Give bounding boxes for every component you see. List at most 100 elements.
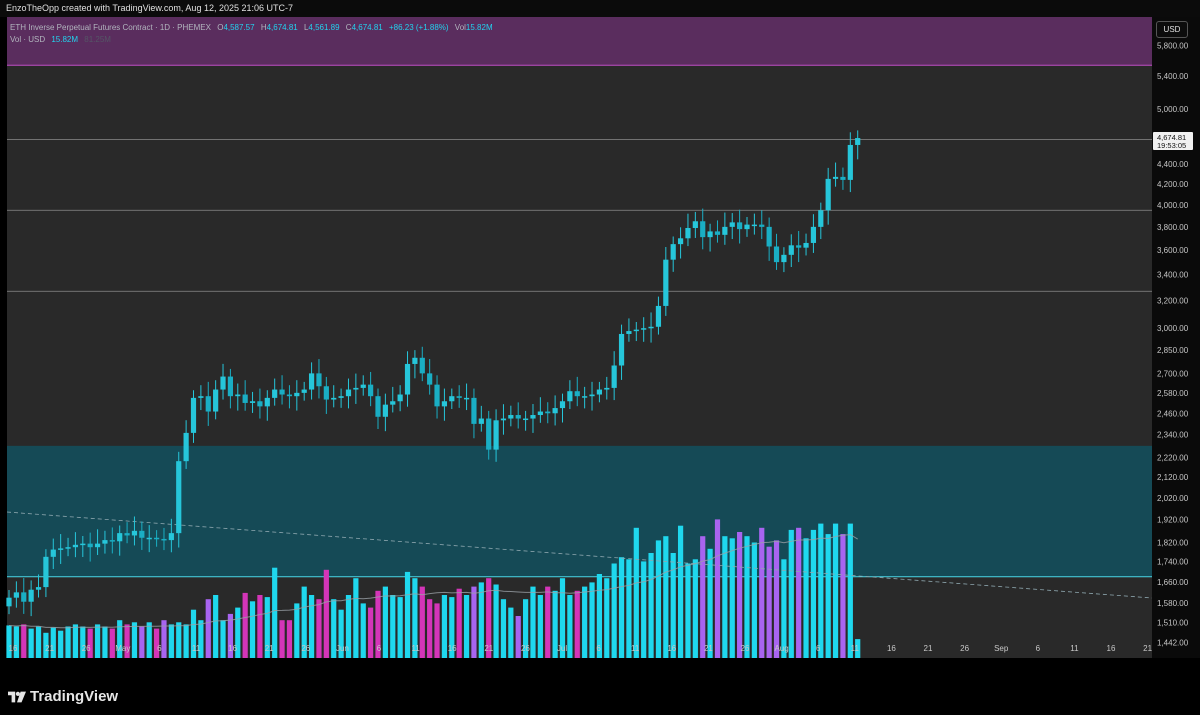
x-tick-label: 26 <box>960 644 969 653</box>
volume-bar <box>648 553 654 658</box>
x-tick-label: Aug <box>774 644 788 653</box>
volume-bar <box>50 627 56 658</box>
candle-body <box>205 396 211 412</box>
candle-body <box>759 224 765 227</box>
volume-bar <box>139 626 145 658</box>
tradingview-logo[interactable]: TradingView <box>8 688 118 705</box>
candle-body <box>139 530 145 538</box>
x-tick-label: 11 <box>1070 644 1079 653</box>
volume-bar <box>537 595 543 658</box>
volume-bar <box>663 536 669 658</box>
y-tick-label: 4,000.00 <box>1157 201 1189 210</box>
candle-body <box>855 138 861 145</box>
candlestick-chart[interactable]: 5,800.00 5,400.00 5,000.00 4,400.00 4,200.00… <box>0 17 1200 658</box>
candle-body <box>286 394 293 397</box>
candle-body <box>803 242 809 248</box>
low-value: 4,561.89 <box>308 23 340 32</box>
candle-body <box>818 210 824 227</box>
candle-body <box>559 401 566 409</box>
candle-body <box>714 231 721 235</box>
currency-badge[interactable]: USD <box>1156 21 1188 38</box>
volume-bar <box>589 582 595 658</box>
candle-body <box>456 396 462 398</box>
volume-bar <box>508 607 514 658</box>
volume-bar <box>500 599 507 658</box>
candle-body <box>729 222 735 227</box>
y-tick-label: 5,000.00 <box>1157 105 1189 114</box>
candle-body <box>72 544 79 548</box>
candle-body <box>190 397 197 433</box>
candle-body <box>242 394 248 403</box>
volume-bar <box>611 563 617 658</box>
volume-bar <box>493 584 499 658</box>
volume-bar <box>456 588 462 658</box>
volume-bar <box>685 563 691 658</box>
candle-body <box>825 178 831 211</box>
volume-bar <box>65 626 71 658</box>
y-tick-label: 2,700.00 <box>1157 369 1189 378</box>
x-tick-label: 11 <box>192 644 201 653</box>
volume-bar <box>183 624 189 658</box>
volume-bar <box>567 595 573 658</box>
candle-body <box>744 224 750 230</box>
candle-body <box>618 333 625 366</box>
candle-body <box>154 537 160 540</box>
x-tick-label: 16 <box>667 644 676 653</box>
x-tick-label: 21 <box>704 644 713 653</box>
candle-body <box>102 540 108 544</box>
candle-body <box>574 391 580 397</box>
volume-bar <box>633 527 639 658</box>
volume-bar <box>582 586 588 658</box>
candle-body <box>633 329 639 332</box>
x-tick-label: 6 <box>157 644 162 653</box>
volume-bar <box>471 586 477 658</box>
vol-value: 15.82M <box>465 23 493 32</box>
x-tick-label: 26 <box>301 644 310 653</box>
candle-body <box>493 420 499 450</box>
x-tick-label: 11 <box>411 644 420 653</box>
volume-bar <box>419 586 425 658</box>
candle-body <box>109 540 115 542</box>
candle-body <box>316 373 322 387</box>
volume-bar <box>759 527 765 658</box>
x-tick-label: 21 <box>484 644 493 653</box>
candle-body <box>87 543 93 548</box>
candle-body <box>596 389 602 395</box>
volume-bar <box>714 519 721 658</box>
candle-body <box>80 543 86 546</box>
volume-bar <box>751 542 757 658</box>
candle-body <box>220 376 226 390</box>
open-value: 4,587.57 <box>223 23 255 32</box>
candle-body <box>257 401 263 407</box>
candle-body <box>552 408 558 414</box>
candle-body <box>810 226 817 243</box>
candle-body <box>249 401 256 403</box>
volume-bar <box>102 626 108 658</box>
x-tick-label: 6 <box>1036 644 1041 653</box>
volume-legend-row: Vol · USD 15.82M 81.25M <box>10 34 493 46</box>
volume-bar <box>729 538 735 658</box>
x-tick-label: 26 <box>82 644 91 653</box>
candle-body <box>331 397 337 400</box>
volume-bar <box>825 534 831 658</box>
candle-body <box>626 331 632 334</box>
candle-body <box>530 415 536 419</box>
candle-body <box>537 411 543 416</box>
volume-bar <box>618 557 625 658</box>
candle-body <box>545 411 551 414</box>
change-value: +86.23 (+1.88%) <box>388 23 449 32</box>
candle-body <box>434 384 440 407</box>
candle-body <box>441 401 448 407</box>
candle-body <box>345 389 352 397</box>
candle-body <box>397 394 403 402</box>
chart-area[interactable]: 5,800.00 5,400.00 5,000.00 4,400.00 4,200.00… <box>0 17 1200 658</box>
x-tick-label: 6 <box>596 644 601 653</box>
volume-bar <box>72 624 79 658</box>
y-tick-label: 2,120.00 <box>1157 473 1189 482</box>
y-tick-label: 1,442.00 <box>1157 638 1189 647</box>
y-tick-label: 1,820.00 <box>1157 538 1189 547</box>
volume-bar <box>773 540 780 658</box>
volume-study-label: Vol · USD <box>10 35 46 44</box>
volume-bar <box>109 628 115 658</box>
volume-bar <box>294 603 300 658</box>
